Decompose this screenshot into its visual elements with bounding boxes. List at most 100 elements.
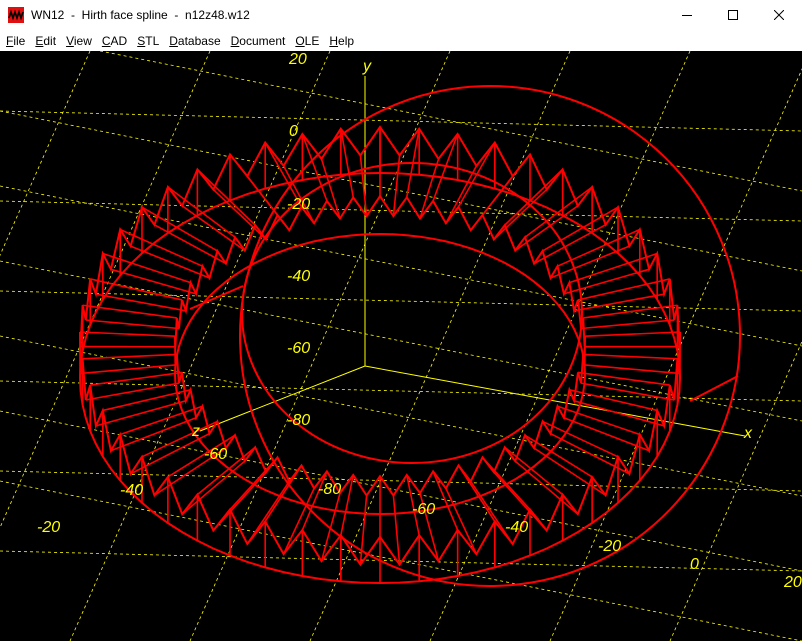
app-icon[interactable] [8,7,24,23]
x-tick-20: 20 [784,574,802,591]
menu-database[interactable]: Database [165,34,224,48]
tooth-edge [524,186,593,238]
tooth-edge [80,364,176,375]
menu-cad[interactable]: CAD [98,34,131,48]
tooth-edge [229,456,279,511]
tooth-edge [514,205,579,252]
axis-y-name: y [363,58,371,75]
grid-line [0,51,91,257]
tooth-edge [359,155,368,217]
minimize-icon [682,15,692,16]
tooth-edge [79,331,176,337]
x-tick-minus20: -20 [598,538,622,555]
menu-document[interactable]: Document [227,34,290,48]
tooth-edge [584,331,681,337]
tooth-edge [85,382,180,401]
tooth-edge [432,471,459,531]
inner-base-rim [173,232,587,516]
menu-edit-label: dit [43,34,57,48]
menu-database-mnemonic: D [169,34,178,48]
grid-line [98,51,802,192]
menu-file[interactable]: File [2,34,29,48]
tooth-edge [504,446,564,496]
menu-edit[interactable]: Edit [31,34,60,48]
axis-x-name: x [744,425,752,442]
x-axis-line [364,365,746,437]
menu-bar: File Edit View CAD STL Database Document… [0,31,802,51]
tooth-edge [569,252,658,284]
tooth-edge [457,465,496,522]
wireframe-scene [0,51,802,641]
grid-line [0,380,802,402]
tooth-edge [154,224,227,265]
menu-stl[interactable]: STL [133,34,163,48]
graphics-canvas[interactable]: y x z 20 0 -20 -40 -60 -80 -60 -40 -20 0… [0,51,802,641]
grid-line [0,260,802,422]
menu-database-label: atabase [177,34,221,48]
tooth-edge [102,252,191,284]
z-tick-minus40: -40 [120,482,144,499]
grid-line [669,340,802,641]
tooth-edge [583,353,678,360]
tooth-edge [85,319,180,330]
tooth-edge [504,168,564,226]
tooth-edge [419,158,440,219]
tooth-edge [445,165,478,224]
z-axis-line [199,365,366,432]
inner-tooth-profile [174,194,586,498]
window-title: WN12 - Hirth face spline - n12z48.w12 [31,8,250,22]
tooth-edge [392,495,401,565]
close-button[interactable] [756,0,802,30]
menu-ole-label: LE [304,34,320,48]
tooth-edge [533,447,606,496]
menu-file-label: ile [13,34,26,48]
z-tick-minus20: -20 [37,519,61,536]
tooth-edge [580,319,675,330]
menu-document-mnemonic: D [230,34,240,48]
tooth-edge [95,400,187,427]
construction-line [689,375,739,402]
x-tick-0: 0 [690,556,699,573]
maximize-icon [728,10,738,20]
z-tick-minus60: -60 [204,446,228,463]
tooth-edge [102,388,191,412]
tooth-edge [569,388,658,412]
x-tick-minus60: -60 [412,501,436,518]
y-tick-minus20: -20 [287,196,311,213]
y-tick-minus40: -40 [287,268,311,285]
tooth-edge [573,400,665,427]
grid-line [0,290,802,312]
menu-cad-label: AD [110,34,128,48]
menu-document-label: ocument [239,34,286,48]
tooth-edge [577,371,670,386]
tooth-edge [90,371,183,386]
menu-view-mnemonic: V [66,34,74,48]
tooth-edge [167,186,236,238]
menu-help[interactable]: Help [325,34,358,48]
y-tick-20: 20 [289,51,307,68]
grid-line [0,110,802,132]
menu-help-label: elp [338,34,355,48]
y-tick-minus80: -80 [287,412,311,429]
menu-view[interactable]: View [62,34,96,48]
menu-cad-mnemonic: C [101,34,111,48]
menu-stl-label: TL [145,34,160,48]
x-tick-minus40: -40 [505,519,529,536]
y-tick-0: 0 [289,123,298,140]
tooth-edge [481,456,531,511]
y-tick-minus60: -60 [287,340,311,357]
minimize-button[interactable] [664,0,710,30]
tooth-edge [110,268,197,295]
tooth-edge [196,168,256,226]
close-icon [774,10,784,20]
tooth-edge [181,205,246,252]
tooth-edge [584,364,680,375]
tooth-edge [457,142,496,208]
maximize-button[interactable] [710,0,756,30]
title-bar[interactable]: WN12 - Hirth face spline - n12z48.w12 [0,0,802,30]
tooth-edge [340,128,355,198]
menu-ole[interactable]: OLE [291,34,323,48]
tooth-edge [320,492,341,562]
window-controls [664,0,802,30]
x-tick-minus80: -80 [318,481,342,498]
